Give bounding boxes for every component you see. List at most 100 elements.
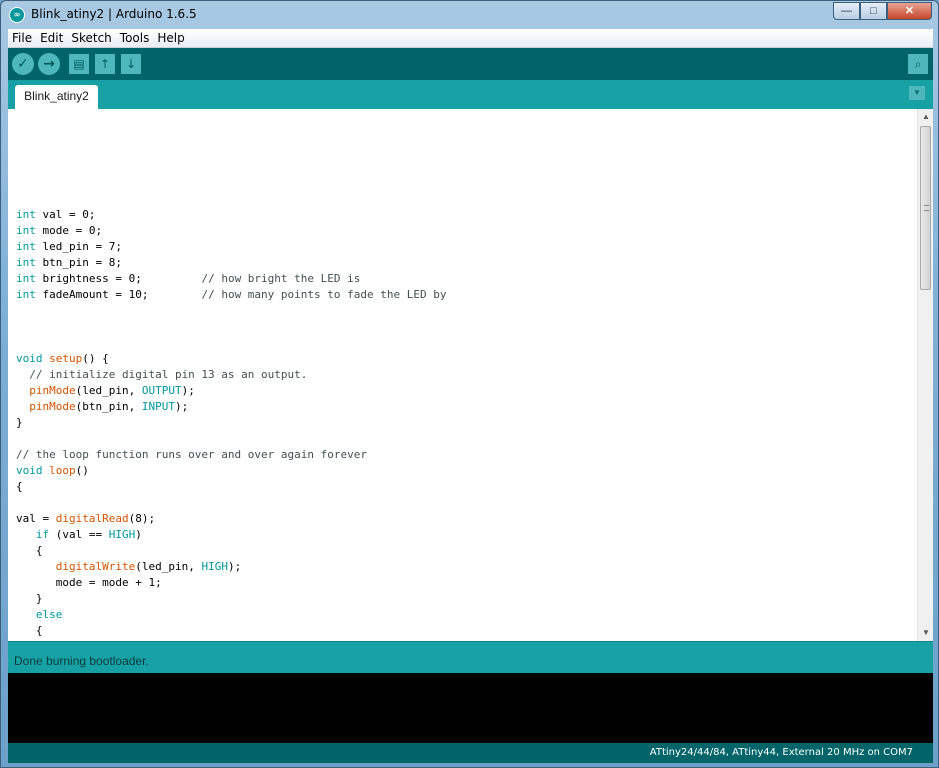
code-line[interactable]: int val = 0; <box>16 207 911 223</box>
code-token: { <box>16 624 43 637</box>
code-token: setup <box>49 352 83 365</box>
code-line[interactable] <box>16 495 911 511</box>
code-line[interactable]: void setup() { <box>16 351 911 367</box>
menu-edit[interactable]: Edit <box>36 31 67 45</box>
console-output[interactable] <box>8 673 933 743</box>
vertical-scrollbar[interactable]: ▲ ▼ <box>917 109 933 641</box>
code-token: } <box>16 416 23 429</box>
menu-file[interactable]: File <box>8 31 36 45</box>
code-token: // how bright the LED is <box>201 272 361 285</box>
code-token: () <box>75 464 89 477</box>
code-line[interactable] <box>16 335 911 351</box>
code-token: ); <box>227 560 242 573</box>
code-line[interactable]: } <box>16 591 911 607</box>
code-token: void <box>16 464 43 477</box>
code-token: if <box>35 528 50 541</box>
code-token: () { <box>82 352 109 365</box>
code-token: HIGH <box>201 560 228 573</box>
code-line[interactable]: { <box>16 479 911 495</box>
code-line[interactable]: int brightness = 0; // how bright the LE… <box>16 271 911 287</box>
title-bar[interactable]: ∞ Blink_atiny2 | Arduino 1.6.5 — □ ✕ <box>1 1 938 29</box>
board-info: ATtiny24/44/84, ATtiny44, External 20 MH… <box>649 747 913 758</box>
menu-tools[interactable]: Tools <box>116 31 154 45</box>
code-token: (led_pin, <box>75 384 142 397</box>
upload-button[interactable]: → <box>38 53 60 75</box>
code-token: pinMode <box>29 400 76 413</box>
code-token: ) <box>135 528 142 541</box>
menu-help[interactable]: Help <box>153 31 188 45</box>
code-editor[interactable]: int val = 0; int mode = 0; int led_pin = 7… <box>8 109 933 641</box>
code-token: { <box>16 480 23 493</box>
verify-button[interactable]: ✓ <box>12 53 34 75</box>
maximize-button[interactable]: □ <box>860 2 887 20</box>
code-line[interactable]: int led_pin = 7; <box>16 239 911 255</box>
code-token: pinMode <box>29 384 76 397</box>
code-line[interactable] <box>16 303 911 319</box>
code-token: fadeAmount = 10; <box>35 288 202 301</box>
menu-bar: File Edit Sketch Tools Help <box>8 29 933 48</box>
code-token: int <box>16 272 36 285</box>
code-token: { <box>16 544 43 557</box>
code-token: int <box>16 208 36 221</box>
code-token: } <box>16 592 43 605</box>
code-token: else <box>35 608 63 621</box>
code-line[interactable]: else <box>16 607 911 623</box>
code-line[interactable] <box>16 319 911 335</box>
code-text[interactable]: int val = 0; int mode = 0; int led_pin = 7… <box>16 159 911 641</box>
code-line[interactable]: int mode = 0; <box>16 223 911 239</box>
checkmark-icon: ✓ <box>17 56 29 72</box>
code-line[interactable]: void loop() <box>16 463 911 479</box>
tab-menu-button[interactable]: ▼ <box>909 86 925 100</box>
code-token: OUTPUT <box>141 384 182 397</box>
save-button[interactable]: ↓ <box>121 54 141 74</box>
code-line[interactable]: digitalWrite(led_pin, HIGH); <box>16 559 911 575</box>
code-line[interactable] <box>16 159 911 175</box>
code-line[interactable] <box>16 175 911 191</box>
serial-monitor-button[interactable]: ⌕ <box>908 54 928 74</box>
code-token: (8); <box>128 512 156 525</box>
code-token: ); <box>181 384 195 397</box>
code-line[interactable]: { <box>16 543 911 559</box>
scroll-down-icon[interactable]: ▼ <box>918 625 933 641</box>
scroll-up-icon[interactable]: ▲ <box>918 109 933 125</box>
minimize-button[interactable]: — <box>833 2 860 20</box>
status-bar: Done burning bootloader. <box>8 641 933 673</box>
code-line[interactable] <box>16 191 911 207</box>
code-line[interactable] <box>16 431 911 447</box>
code-token: INPUT <box>141 400 175 413</box>
code-line[interactable]: int btn_pin = 8; <box>16 255 911 271</box>
code-token: led_pin = 7; <box>35 240 122 253</box>
code-line[interactable]: pinMode(led_pin, OUTPUT); <box>16 383 911 399</box>
code-token: digitalWrite <box>55 560 136 573</box>
code-line[interactable]: // the loop function runs over and over … <box>16 447 911 463</box>
code-token: HIGH <box>108 528 136 541</box>
tab-blink-atiny2[interactable]: Blink_atiny2 <box>15 85 98 109</box>
code-line[interactable]: // initialize digital pin 13 as an outpu… <box>16 367 911 383</box>
code-token: int <box>16 288 36 301</box>
code-line[interactable]: mode = mode + 1; <box>16 575 911 591</box>
code-line[interactable]: { <box>16 623 911 639</box>
scrollbar-thumb[interactable] <box>920 126 931 290</box>
open-button[interactable]: ↑ <box>95 54 115 74</box>
footer-bar: ATtiny24/44/84, ATtiny44, External 20 MH… <box>8 743 933 763</box>
code-token: ); <box>174 400 189 413</box>
grip-icon <box>924 205 929 211</box>
code-line[interactable]: if (val == HIGH) <box>16 527 911 543</box>
code-line[interactable]: } <box>16 415 911 431</box>
arduino-logo-icon: ∞ <box>9 7 25 23</box>
new-button[interactable]: ▤ <box>69 54 89 74</box>
code-token: val = <box>16 512 56 525</box>
close-button[interactable]: ✕ <box>887 2 932 20</box>
code-token: // the loop function runs over and over … <box>16 448 367 461</box>
code-token: // how many points to fade the LED by <box>201 288 447 301</box>
code-line[interactable]: int fadeAmount = 10; // how many points … <box>16 287 911 303</box>
code-token: (val == <box>49 528 109 541</box>
menu-sketch[interactable]: Sketch <box>67 31 115 45</box>
code-line[interactable]: val = digitalRead(8); <box>16 511 911 527</box>
code-token: int <box>16 224 36 237</box>
arrow-down-icon: ↓ <box>125 57 137 71</box>
code-line[interactable]: pinMode(btn_pin, INPUT); <box>16 399 911 415</box>
code-token: void <box>16 352 43 365</box>
